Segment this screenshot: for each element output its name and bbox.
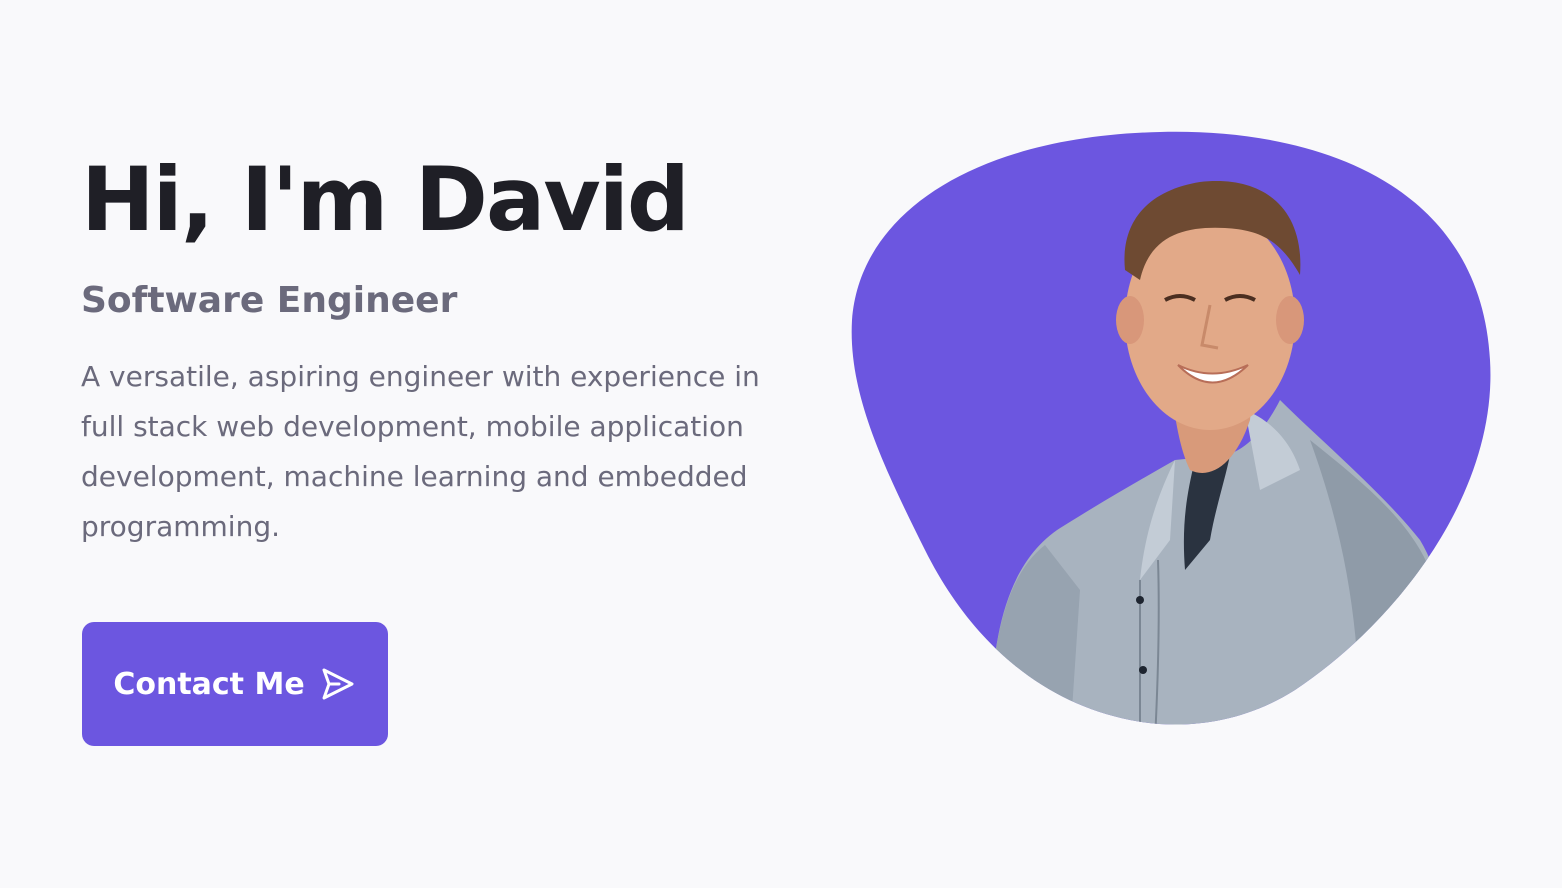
hero-section: Hi, I'm David Software Engineer A versat…: [81, 140, 781, 552]
profile-photo: [840, 120, 1510, 744]
hero-title: Hi, I'm David: [81, 148, 690, 251]
contact-button-label: Contact Me: [113, 666, 305, 702]
hero-subtitle: Software Engineer: [81, 280, 458, 321]
contact-me-button[interactable]: Contact Me: [82, 622, 388, 746]
hero-description: A versatile, aspiring engineer with expe…: [81, 360, 760, 543]
send-icon: [319, 665, 357, 703]
